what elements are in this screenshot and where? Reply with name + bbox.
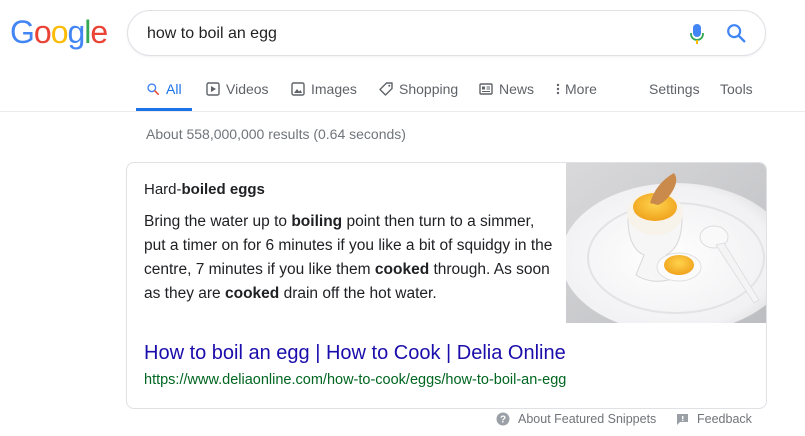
newspaper-icon <box>479 83 493 95</box>
snippet-bold-term: boiling <box>291 213 343 230</box>
snippet-text: drain off the hot water. <box>279 285 437 302</box>
featured-snippet-card: Hard-boiled eggs Bring the water up to b… <box>126 162 767 409</box>
snippet-title-bold: boiled eggs <box>181 181 265 198</box>
tab-news[interactable]: News <box>479 80 534 98</box>
result-title-link[interactable]: How to boil an egg | How to Cook | Delia… <box>144 342 566 365</box>
tab-images-label: Images <box>311 81 357 97</box>
snippet-body: Bring the water up to boiling point then… <box>144 210 554 306</box>
logo-letter: e <box>90 14 108 50</box>
tab-settings-label: Settings <box>649 81 700 97</box>
tab-videos[interactable]: Videos <box>206 80 269 98</box>
tab-videos-label: Videos <box>226 81 269 97</box>
snippet-title-plain: Hard- <box>144 181 182 198</box>
tab-tools-label: Tools <box>720 81 753 97</box>
image-icon <box>291 82 305 96</box>
about-featured-snippets-label: About Featured Snippets <box>518 412 657 426</box>
tab-shopping[interactable]: Shopping <box>379 80 458 98</box>
feedback-icon <box>677 413 688 425</box>
logo-letter: o <box>50 14 69 50</box>
logo-letter: g <box>67 14 85 50</box>
google-logo[interactable]: Google <box>10 14 108 50</box>
search-icon[interactable] <box>725 22 747 44</box>
microphone-icon[interactable] <box>689 23 705 45</box>
more-vertical-icon <box>556 83 560 95</box>
help-circle-icon: ? <box>496 412 510 426</box>
tab-all[interactable]: All <box>146 80 182 98</box>
svg-text:?: ? <box>500 415 506 426</box>
feedback-label: Feedback <box>697 412 752 426</box>
result-stats: About 558,000,000 results (0.64 seconds) <box>146 126 406 142</box>
logo-letter: o <box>33 14 52 50</box>
result-url[interactable]: https://www.deliaonline.com/how-to-cook/… <box>144 372 566 388</box>
search-input[interactable]: how to boil an egg <box>147 24 277 44</box>
tab-more[interactable]: More <box>555 80 597 98</box>
logo-letter: G <box>10 14 35 50</box>
boiled-egg-image[interactable] <box>566 163 767 323</box>
snippet-text: Bring the water up to <box>144 213 292 230</box>
play-icon <box>206 82 220 96</box>
tab-news-label: News <box>499 81 535 97</box>
tab-tools[interactable]: Tools <box>720 80 753 98</box>
snippet-title: Hard-boiled eggs <box>144 181 265 198</box>
search-box[interactable]: how to boil an egg <box>127 10 766 56</box>
about-featured-snippets[interactable]: ? About Featured Snippets <box>496 412 656 426</box>
feedback-link[interactable]: Feedback <box>676 412 752 426</box>
tab-settings[interactable]: Settings <box>649 80 700 98</box>
header-divider <box>0 111 805 112</box>
tab-all-label: All <box>166 81 182 97</box>
tab-images[interactable]: Images <box>291 80 357 98</box>
tab-shopping-label: Shopping <box>399 81 459 97</box>
tab-more-label: More <box>565 81 597 97</box>
snippet-bold-term: cooked <box>225 285 280 302</box>
search-icon <box>147 83 160 96</box>
snippet-bold-term: cooked <box>374 261 430 278</box>
tag-icon <box>379 82 393 96</box>
search-tabs: All Videos Images Shopping News More Set… <box>0 72 805 112</box>
